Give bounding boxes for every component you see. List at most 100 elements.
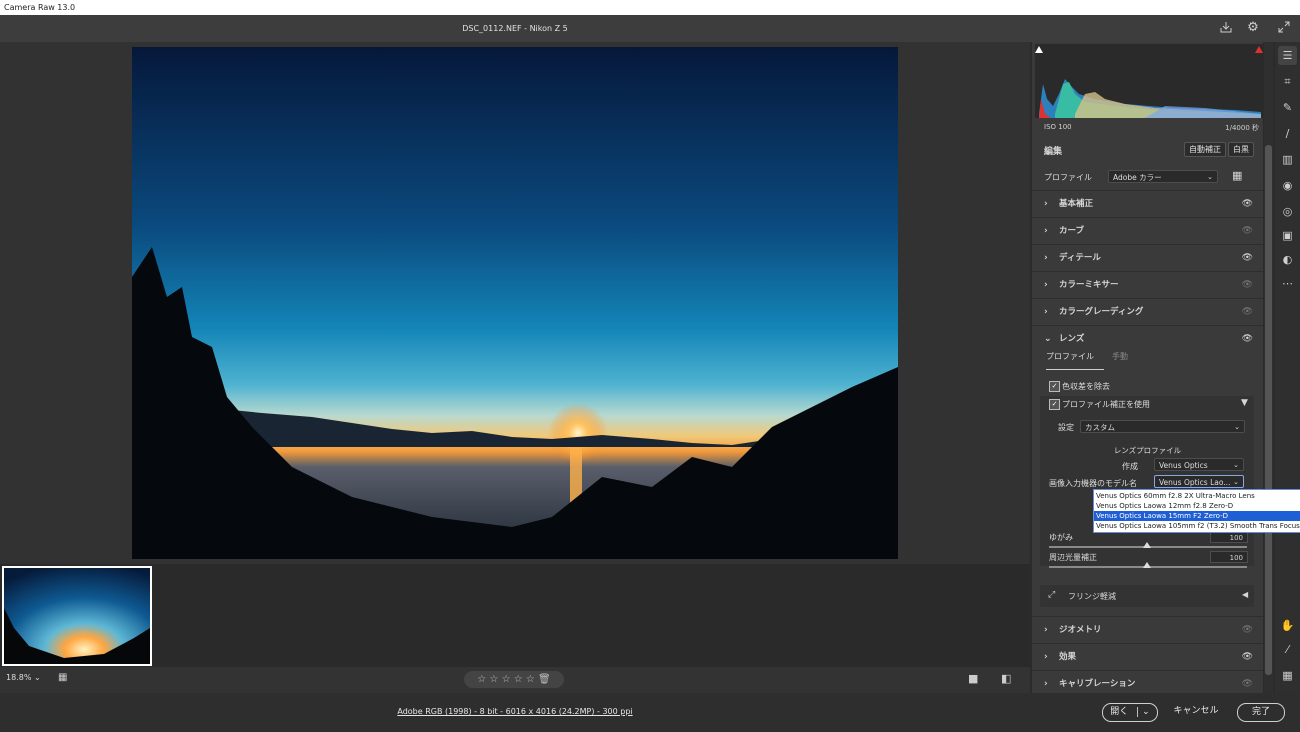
highlight-clipping-icon: [1255, 46, 1263, 53]
use-profile-checkbox[interactable]: ✓: [1049, 399, 1060, 410]
eye-icon[interactable]: 👁: [1242, 218, 1253, 244]
triangle-down-icon[interactable]: ▼: [1241, 398, 1248, 408]
gradient-icon[interactable]: ▥: [1278, 150, 1297, 169]
fringe-row[interactable]: ⤢ フリンジ軽減 ◀: [1040, 585, 1254, 607]
setup-select[interactable]: カスタム ⌄: [1080, 420, 1245, 433]
eye-icon[interactable]: 👁: [1242, 245, 1253, 271]
eye-icon[interactable]: ◎: [1278, 202, 1297, 221]
profile-select-value: Adobe カラー: [1113, 173, 1162, 182]
model-select-value: Venus Optics Lao...: [1159, 478, 1231, 487]
filmstrip-options-icon[interactable]: ▦: [58, 672, 67, 683]
fullscreen-icon[interactable]: [1276, 20, 1292, 36]
panel-scrollbar-thumb[interactable]: [1265, 145, 1272, 675]
eye-icon[interactable]: 👁: [1242, 326, 1253, 352]
section-color-mixer[interactable]: › カラーミキサー 👁: [1032, 271, 1263, 298]
model-select[interactable]: Venus Optics Lao... ⌄: [1154, 475, 1244, 488]
section-lens[interactable]: ⌄ レンズ 👁: [1032, 325, 1263, 352]
chevron-down-icon: ⌄: [1207, 173, 1213, 181]
distortion-slider-knob[interactable]: [1143, 542, 1151, 548]
eye-icon[interactable]: 👁: [1242, 617, 1253, 643]
eye-icon[interactable]: 👁: [1242, 671, 1253, 697]
chevron-right-icon: ›: [1044, 307, 1048, 317]
dropdown-option[interactable]: Venus Optics Laowa 12mm f2.8 Zero-D: [1094, 501, 1300, 511]
filmstrip-thumbnail[interactable]: [2, 566, 152, 666]
before-after-icon[interactable]: ◧: [1001, 672, 1011, 685]
section-basic[interactable]: › 基本補正 👁: [1032, 190, 1263, 217]
gear-icon[interactable]: ⚙: [1245, 20, 1261, 36]
chevron-down-icon: ⌄: [33, 673, 41, 682]
section-detail-label: ディテール: [1059, 253, 1101, 263]
more-icon[interactable]: ⋯: [1278, 274, 1297, 293]
iso-value: ISO 100: [1044, 123, 1072, 131]
sliders-icon[interactable]: ☰: [1278, 46, 1297, 65]
distortion-label: ゆがみ: [1049, 533, 1073, 542]
zoom-level-select[interactable]: 18.8% ⌄: [6, 673, 41, 682]
cancel-button[interactable]: キャンセル: [1170, 703, 1222, 720]
window-title: Camera Raw 13.0: [4, 3, 76, 12]
open-button[interactable]: 開く ⌄: [1102, 703, 1158, 722]
save-icon[interactable]: [1218, 20, 1234, 36]
section-curve-label: カーブ: [1059, 226, 1084, 236]
workflow-options-link[interactable]: Adobe RGB (1998) - 8 bit - 6016 x 4016 (…: [0, 707, 1030, 716]
fringe-label: フリンジ軽減: [1068, 592, 1116, 601]
crop-icon[interactable]: ⌗: [1278, 72, 1297, 91]
chevron-right-icon: ›: [1044, 226, 1048, 236]
remove-ca-checkbox[interactable]: ✓: [1049, 381, 1060, 392]
eye-icon[interactable]: 👁: [1242, 272, 1253, 298]
section-calibration-label: キャリブレーション: [1059, 679, 1136, 689]
profile-select[interactable]: Adobe カラー ⌄: [1108, 170, 1218, 183]
chevron-right-icon: ›: [1044, 679, 1048, 689]
radial-icon[interactable]: ◉: [1278, 176, 1297, 195]
section-color-grading-label: カラーグレーディング: [1059, 307, 1144, 317]
make-select[interactable]: Venus Optics ⌄: [1154, 458, 1244, 471]
edit-panel: ISO 100 1/4000 秒 編集 自動補正 白黒 プロファイル Adobe…: [1032, 42, 1263, 693]
triangle-left-icon[interactable]: ◀: [1242, 590, 1248, 599]
eye-icon[interactable]: 👁: [1242, 299, 1253, 325]
tab-manual[interactable]: 手動: [1112, 351, 1128, 362]
eyedropper-icon[interactable]: ⤢: [1048, 590, 1055, 600]
hand-icon[interactable]: ✋: [1278, 616, 1297, 635]
model-label: 画像入力機器のモデル名: [1049, 479, 1137, 488]
section-effects[interactable]: › 効果 👁: [1032, 643, 1263, 670]
section-lens-label: レンズ: [1059, 334, 1085, 344]
lens-profile-heading: レンズプロファイル: [1113, 446, 1182, 455]
snapshot-icon[interactable]: ▣: [1278, 226, 1297, 245]
tab-profile[interactable]: プロファイル: [1046, 351, 1094, 362]
dropdown-option[interactable]: Venus Optics Laowa 105mm f2 (T3.2) Smoot…: [1094, 521, 1300, 531]
section-geometry[interactable]: › ジオメトリ 👁: [1032, 616, 1263, 643]
exif-info: ISO 100 1/4000 秒: [1032, 120, 1263, 134]
main-photo[interactable]: [132, 47, 898, 559]
tool-strip: ☰ ⌗ ✎ ∕ ▥ ◉ ◎ ▣ ◐ ⋯ ✋ ⁄ ▦: [1275, 42, 1300, 693]
section-effects-label: 効果: [1059, 652, 1077, 662]
section-color-mixer-label: カラーミキサー: [1059, 280, 1119, 290]
grid-icon[interactable]: ▦: [1278, 666, 1297, 685]
brush-icon[interactable]: ∕: [1278, 124, 1297, 143]
dropdown-option-selected[interactable]: Venus Optics Laowa 15mm F2 Zero-D: [1094, 511, 1300, 521]
bandage-icon[interactable]: ✎: [1278, 98, 1297, 117]
auto-button[interactable]: 自動補正: [1184, 142, 1226, 157]
bottom-toolbar: 18.8% ⌄ ▦ ☆ ☆ ☆ ☆ ☆ 🗑 ■ ◧: [0, 667, 1030, 693]
bw-button[interactable]: 白黒: [1228, 142, 1254, 157]
make-select-value: Venus Optics: [1159, 461, 1208, 470]
remove-ca-label: 色収差を除去: [1062, 382, 1110, 391]
trash-icon[interactable]: 🗑: [538, 674, 551, 685]
done-button[interactable]: 完了: [1237, 703, 1285, 722]
profile-browser-icon[interactable]: ▦: [1232, 169, 1242, 182]
image-viewer: [0, 42, 1030, 564]
eye-icon[interactable]: 👁: [1242, 191, 1253, 217]
vignette-value[interactable]: 100: [1210, 551, 1248, 563]
star-rating[interactable]: ☆ ☆ ☆ ☆ ☆ 🗑: [464, 671, 564, 688]
zoom-level-value: 18.8%: [6, 673, 32, 682]
section-detail[interactable]: › ディテール 👁: [1032, 244, 1263, 271]
eye-icon[interactable]: 👁: [1242, 644, 1253, 670]
section-curve[interactable]: › カーブ 👁: [1032, 217, 1263, 244]
single-view-icon[interactable]: ■: [968, 672, 978, 685]
vignette-slider-knob[interactable]: [1143, 562, 1151, 568]
section-color-grading[interactable]: › カラーグレーディング 👁: [1032, 298, 1263, 325]
presets-icon[interactable]: ◐: [1278, 250, 1297, 269]
chevron-right-icon: ›: [1044, 652, 1048, 662]
chevron-down-icon[interactable]: ⌄: [1137, 707, 1150, 717]
section-calibration[interactable]: › キャリブレーション 👁: [1032, 670, 1263, 693]
eyedropper-icon[interactable]: ⁄: [1278, 640, 1297, 659]
dropdown-option[interactable]: Venus Optics 60mm f2.8 2X Ultra-Macro Le…: [1094, 491, 1300, 501]
